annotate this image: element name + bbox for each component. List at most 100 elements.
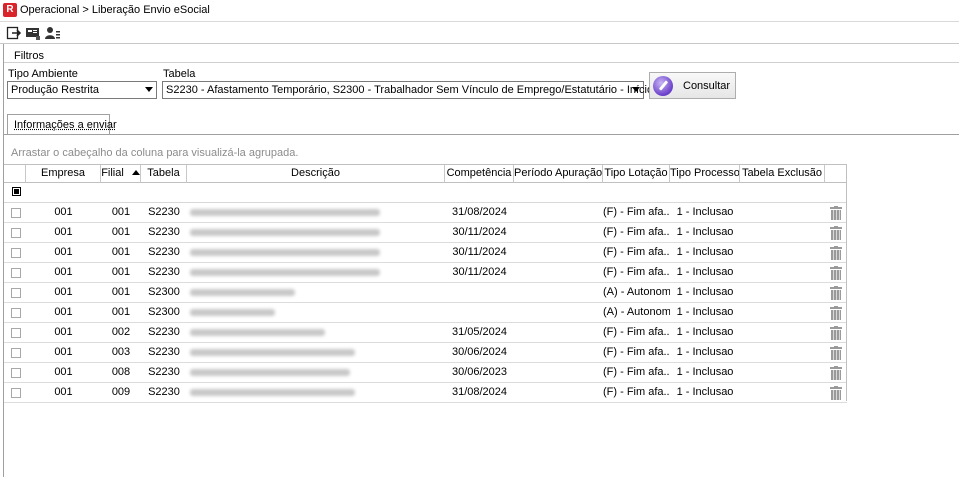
filters-title: Filtros <box>14 50 44 62</box>
cell-tipo-lotacao: (F) - Fim afa... <box>603 346 670 358</box>
filters-divider <box>4 62 959 63</box>
cell-tipo-processo: 1 - Inclusao <box>676 386 734 398</box>
column-header-filial[interactable]: Filial <box>101 165 141 183</box>
trash-icon[interactable] <box>830 386 842 400</box>
user-list-icon[interactable] <box>45 25 61 41</box>
trash-icon[interactable] <box>830 226 842 240</box>
cell-tabela-exclusao <box>740 343 825 362</box>
row-checkbox[interactable] <box>11 228 21 238</box>
cell-competencia: 31/08/2024 <box>451 206 508 218</box>
row-checkbox[interactable] <box>11 368 21 378</box>
cell-tabela-exclusao <box>740 303 825 322</box>
tipo-ambiente-select[interactable]: Produção Restrita <box>7 81 157 99</box>
column-header-tabela[interactable]: Tabela <box>141 165 187 183</box>
column-header-periodo-apuracao[interactable]: Período Apuração <box>514 165 603 183</box>
cell-competencia: 30/11/2024 <box>452 266 507 278</box>
column-header-tabela-exclusao[interactable]: Tabela Exclusão <box>740 165 825 183</box>
table-row[interactable]: 001 001 S2230 30/11/2024 (F) - Fim afa... 1 -… <box>4 243 847 263</box>
table-row[interactable]: 001 008 S2230 30/06/2023 (F) - Fim afa... 1 -… <box>4 363 847 383</box>
filial-header-label: Filial <box>101 167 124 179</box>
trash-icon[interactable] <box>830 266 842 280</box>
trash-icon[interactable] <box>830 246 842 260</box>
column-header-actions <box>825 165 847 183</box>
title-bar: R Operacional > Liberação Envio eSocial <box>0 0 959 22</box>
cell-tabela-exclusao <box>740 263 825 282</box>
cell-tabela: S2230 <box>148 346 180 358</box>
trash-icon[interactable] <box>830 286 842 300</box>
cell-tipo-processo: 1 - Inclusao <box>676 246 734 258</box>
tabela-select[interactable]: S2230 - Afastamento Temporário, S2300 - … <box>162 81 653 99</box>
cell-tabela: S2300 <box>148 286 180 298</box>
group-by-hint[interactable]: Arrastar o cabeçalho da coluna para visu… <box>11 147 298 159</box>
table-row[interactable]: 001 003 S2230 30/06/2024 (F) - Fim afa... 1 -… <box>4 343 847 363</box>
cell-tipo-lotacao: (A) - Autonomo <box>603 306 670 318</box>
trash-icon[interactable] <box>830 206 842 220</box>
trash-icon[interactable] <box>830 346 842 360</box>
cell-periodo-apuracao <box>514 223 603 242</box>
cell-empresa: 001 <box>54 206 73 218</box>
tabela-label: Tabela <box>163 68 196 80</box>
tipo-ambiente-label: Tipo Ambiente <box>8 68 78 80</box>
cell-competencia: 30/11/2024 <box>452 226 507 238</box>
cell-tipo-lotacao: (F) - Fim afa... <box>603 266 670 278</box>
cell-tabela: S2300 <box>148 306 180 318</box>
row-checkbox[interactable] <box>11 328 21 338</box>
row-checkbox[interactable] <box>11 348 21 358</box>
column-header-tipo-processo[interactable]: Tipo Processo <box>670 165 740 183</box>
cell-tipo-lotacao: (A) - Autonomo <box>603 286 670 298</box>
cell-empresa: 001 <box>54 326 73 338</box>
cell-filial: 001 <box>111 266 131 278</box>
cell-tipo-lotacao: (F) - Fim afa... <box>603 326 670 338</box>
cell-descricao-redacted <box>190 209 380 216</box>
cell-tabela-exclusao <box>740 383 825 402</box>
table-row[interactable]: 001 001 S2230 31/08/2024 (F) - Fim afa... 1 -… <box>4 203 847 223</box>
window-title: Operacional > Liberação Envio eSocial <box>20 4 210 16</box>
column-header-tipo-lotacao[interactable]: Tipo Lotação <box>603 165 670 183</box>
cell-filial: 008 <box>111 366 131 378</box>
tabela-value: S2230 - Afastamento Temporário, S2300 - … <box>166 84 654 96</box>
cell-competencia: 31/08/2024 <box>451 386 508 398</box>
column-header-descricao[interactable]: Descrição <box>187 165 445 183</box>
cell-tipo-processo: 1 - Inclusao <box>676 366 734 378</box>
column-header-select[interactable] <box>4 165 26 183</box>
row-checkbox[interactable] <box>11 268 21 278</box>
cell-competencia: 30/06/2024 <box>451 346 508 358</box>
cell-tipo-processo: 1 - Inclusao <box>676 306 734 318</box>
cell-filial: 001 <box>111 226 131 238</box>
row-checkbox[interactable] <box>11 208 21 218</box>
cell-tipo-processo: 1 - Inclusao <box>676 346 734 358</box>
table-row[interactable]: 001 001 S2300 (A) - Autonomo 1 - Inclusao <box>4 303 847 323</box>
trash-icon[interactable] <box>830 306 842 320</box>
export-icon[interactable] <box>6 25 22 41</box>
row-checkbox[interactable] <box>11 248 21 258</box>
cell-empresa: 001 <box>54 226 73 238</box>
row-checkbox[interactable] <box>11 388 21 398</box>
id-card-icon[interactable] <box>25 25 41 41</box>
cell-filial: 003 <box>111 346 131 358</box>
column-header-empresa[interactable]: Empresa <box>26 165 101 183</box>
cell-tipo-processo: 1 - Inclusao <box>676 286 734 298</box>
cell-tabela: S2230 <box>148 326 180 338</box>
cell-tipo-processo: 1 - Inclusao <box>676 206 734 218</box>
trash-icon[interactable] <box>830 366 842 380</box>
tab-informacoes-a-enviar[interactable]: Informações a enviar <box>7 114 117 135</box>
trash-icon[interactable] <box>830 326 842 340</box>
tab-divider <box>4 134 959 135</box>
table-row[interactable]: 001 002 S2230 31/05/2024 (F) - Fim afa... 1 -… <box>4 323 847 343</box>
cell-periodo-apuracao <box>514 263 603 282</box>
table-row[interactable]: 001 001 S2230 30/11/2024 (F) - Fim afa... 1 -… <box>4 263 847 283</box>
cell-periodo-apuracao <box>514 243 603 262</box>
cell-tabela-exclusao <box>740 243 825 262</box>
table-row[interactable]: 001 009 S2230 31/08/2024 (F) - Fim afa... 1 -… <box>4 383 847 403</box>
table-row[interactable]: 001 001 S2300 (A) - Autonomo 1 - Inclusao <box>4 283 847 303</box>
chevron-down-icon <box>632 87 640 92</box>
cell-filial: 009 <box>111 386 131 398</box>
consultar-button[interactable]: Consultar <box>649 72 736 99</box>
column-header-competencia[interactable]: Competência <box>445 165 514 183</box>
row-checkbox[interactable] <box>11 288 21 298</box>
cell-tabela: S2230 <box>148 206 180 218</box>
select-all-checkbox[interactable] <box>12 187 21 196</box>
table-row[interactable]: 001 001 S2230 30/11/2024 (F) - Fim afa... 1 -… <box>4 223 847 243</box>
row-checkbox[interactable] <box>11 308 21 318</box>
cell-tipo-processo: 1 - Inclusao <box>676 226 734 238</box>
